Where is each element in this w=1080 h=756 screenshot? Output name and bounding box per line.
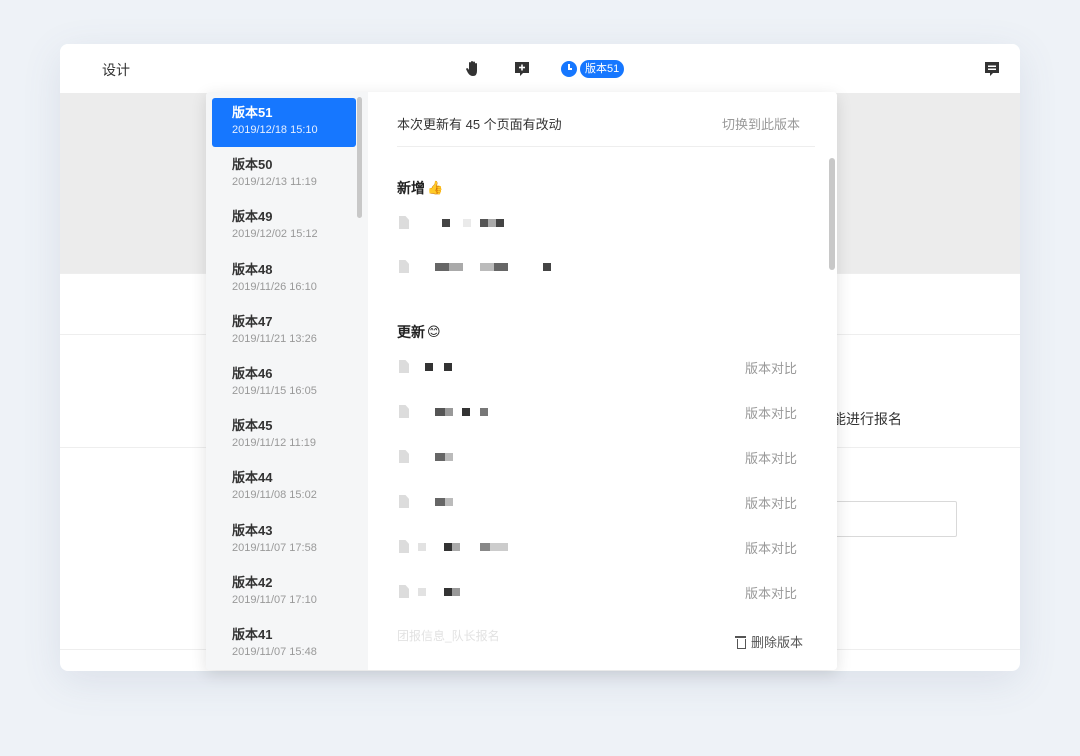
redacted-filename (421, 219, 541, 227)
version-list-scrollbar[interactable] (357, 97, 362, 218)
section-title-label: 更新 (397, 324, 425, 340)
version-date: 2019/11/12 11:19 (232, 437, 317, 450)
version-name: 版本45 (232, 418, 273, 434)
delete-version-label: 删除版本 (750, 635, 803, 650)
redacted-filename (421, 363, 541, 371)
version-date: 2019/12/18 15:10 (232, 124, 318, 136)
thumbs-up-icon: 👍 (427, 180, 444, 195)
change-summary: 本次更新有 45 个页面有改动 (397, 117, 562, 132)
file-row-faded: 团报信息_队长报名 (397, 629, 500, 643)
file-icon (399, 260, 409, 273)
version-history-popup: 版本51 2019/12/18 15:10 版本50 2019/12/13 11:19… (206, 92, 837, 670)
file-icon (399, 405, 409, 418)
version-item[interactable]: 版本48 2019/11/26 16:10 (212, 255, 356, 304)
version-detail: 本次更新有 45 个页面有改动 切换到此版本 新增 👍 更新 😊 版本对比 版本… (368, 92, 837, 670)
version-date: 2019/11/15 16:05 (232, 385, 317, 397)
redacted-filename (421, 408, 541, 416)
file-row-update-1[interactable]: 版本对比 (397, 358, 797, 378)
version-compare-link[interactable]: 版本对比 (745, 358, 797, 377)
trash-icon (734, 635, 746, 649)
file-icon (399, 540, 409, 553)
version-compare-link[interactable]: 版本对比 (745, 538, 797, 557)
file-row-update-6[interactable]: 版本对比 (397, 583, 797, 603)
version-name: 版本44 (232, 470, 273, 486)
version-date: 2019/11/07 17:58 (232, 541, 317, 554)
version-item[interactable]: 版本46 2019/11/15 16:05 (212, 359, 356, 408)
file-icon (399, 360, 409, 373)
file-icon (399, 585, 409, 598)
version-date: 2019/11/26 16:10 (232, 280, 317, 293)
version-compare-link[interactable]: 版本对比 (745, 493, 797, 512)
version-date: 2019/11/07 15:48 (232, 646, 317, 658)
version-indicator[interactable]: 版本51 (561, 59, 625, 79)
file-row-new-1[interactable] (397, 214, 797, 234)
chat-icon[interactable] (982, 59, 1002, 79)
version-item[interactable]: 版本44 2019/11/08 15:02 (212, 463, 356, 512)
version-badge: 版本51 (580, 60, 625, 78)
version-compare-link[interactable]: 版本对比 (745, 448, 797, 467)
switch-version-link[interactable]: 切换到此版本 (722, 114, 800, 133)
file-icon (399, 495, 409, 508)
version-name: 版本50 (232, 157, 273, 173)
file-icon (399, 450, 409, 463)
version-date: 2019/11/21 13:26 (232, 332, 317, 345)
file-row-update-3[interactable]: 版本对比 (397, 448, 797, 468)
version-name: 版本47 (232, 313, 273, 329)
top-bar: 设计 版本51 (60, 44, 1020, 94)
divider (397, 146, 815, 147)
version-date: 2019/11/07 17:10 (232, 593, 317, 606)
section-title-label: 新增 (397, 180, 425, 196)
file-row-update-4[interactable]: 版本对比 (397, 493, 797, 513)
version-name: 版本49 (232, 209, 273, 225)
version-date: 2019/12/13 11:19 (232, 176, 317, 189)
version-compare-link[interactable]: 版本对比 (745, 583, 797, 602)
version-name: 版本43 (232, 522, 273, 538)
delete-version-button[interactable]: 删除版本 (734, 632, 803, 651)
file-row-update-5[interactable]: 版本对比 (397, 538, 797, 558)
version-name: 版本41 (232, 627, 273, 642)
version-item[interactable]: 版本45 2019/11/12 11:19 (212, 411, 356, 460)
version-item[interactable]: 版本47 2019/11/21 13:26 (212, 307, 356, 356)
version-name: 版本42 (232, 574, 273, 590)
form-hint-text: 能进行报名 (832, 411, 902, 427)
version-item[interactable]: 版本41 2019/11/07 15:48 (212, 620, 356, 669)
file-row-update-2[interactable]: 版本对比 (397, 403, 797, 423)
version-item[interactable]: 版本51 2019/12/18 15:10 (212, 98, 356, 147)
redacted-filename (418, 543, 541, 551)
version-date: 2019/12/02 15:12 (232, 228, 318, 241)
redacted-filename (421, 263, 551, 271)
file-icon (399, 216, 409, 229)
version-date: 2019/11/08 15:02 (232, 489, 317, 502)
redacted-filename (421, 453, 541, 461)
app-title: 设计 (102, 62, 130, 78)
clock-icon (561, 61, 577, 77)
add-comment-icon[interactable] (512, 59, 532, 79)
section-title-new: 新增 👍 (397, 178, 443, 198)
hand-icon[interactable] (464, 59, 484, 79)
version-item[interactable]: 版本49 2019/12/02 15:12 (212, 202, 356, 251)
redacted-filename (418, 588, 541, 596)
version-name: 版本46 (232, 366, 273, 381)
smile-icon: 😊 (427, 324, 441, 339)
version-item[interactable]: 版本50 2019/12/13 11:19 (212, 150, 356, 199)
version-item[interactable]: 版本42 2019/11/07 17:10 (212, 568, 356, 617)
version-item[interactable]: 版本43 2019/11/07 17:58 (212, 516, 356, 565)
file-row-new-2[interactable] (397, 258, 797, 278)
detail-scrollbar[interactable] (829, 158, 835, 270)
version-compare-link[interactable]: 版本对比 (745, 403, 797, 422)
redacted-filename (421, 498, 541, 506)
form-input[interactable] (830, 501, 957, 537)
section-title-update: 更新 😊 (397, 322, 441, 342)
version-list: 版本51 2019/12/18 15:10 版本50 2019/12/13 11:19… (206, 92, 368, 670)
version-name: 版本51 (232, 105, 273, 120)
version-name: 版本48 (232, 261, 273, 277)
